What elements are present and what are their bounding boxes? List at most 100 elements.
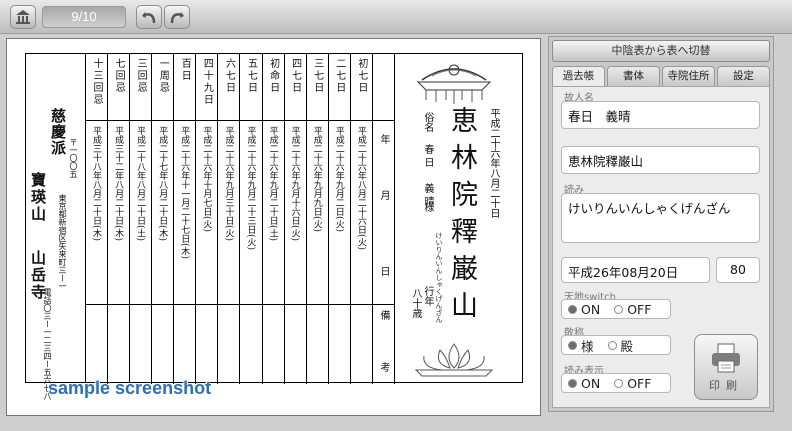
memorial-name: 三回忌 (135, 58, 147, 94)
memorial-column: 三回忌平成二十八年八月二十日(土) (130, 54, 153, 384)
remarks-column: 年 月 日 備 考 (373, 54, 395, 384)
canopy-ornament-icon (416, 64, 492, 104)
reading-off-radio[interactable]: OFF (614, 376, 651, 391)
panel-tabs: 過去帳 書体 寺院住所 設定 (552, 66, 770, 86)
radio-unselected-icon (607, 340, 617, 350)
remarks-day: 日 (378, 266, 389, 276)
remarks-month: 月 (378, 190, 389, 200)
reading-display-group: ON OFF (561, 373, 671, 393)
memorial-name: 二七日 (333, 58, 345, 94)
memorial-date: 平成二十六年九月九日(火) (311, 126, 322, 233)
memorial-date: 平成二十八年八月二十日(土) (135, 126, 146, 242)
tenchi-on-radio[interactable]: ON (568, 302, 600, 317)
memorial-column: 初七日平成二十六年八月二十六日(火) (351, 54, 373, 384)
tab-temple-address[interactable]: 寺院住所 (662, 66, 715, 86)
home-button[interactable] (10, 5, 36, 29)
ihai-age: 八十歳 (410, 288, 421, 318)
memorial-column: 一周忌平成二十七年八月二十日(木) (152, 54, 175, 384)
memorial-column: 六七日平成二十六年九月三十日(火) (218, 54, 241, 384)
memorial-date: 平成二十六年九月十六日(火) (289, 126, 300, 242)
tab-settings[interactable]: 設定 (717, 66, 770, 86)
memorial-name: 三七日 (311, 58, 323, 94)
ihai-age-label: 行年 (422, 286, 433, 306)
ihai-honorific: 様 (422, 202, 433, 212)
memorial-name: 十三回忌 (91, 58, 103, 106)
radio-selected-icon (568, 340, 577, 350)
memorial-sheet: 慈慶派 寶瑛山 山岳寺 〒一〇〇五 東京都新宿区矢来町三ー一 電話〇三ー一二三四… (6, 38, 541, 416)
sample-watermark: sample screenshot (48, 378, 212, 398)
temple-info: 慈慶派 寶瑛山 山岳寺 〒一〇〇五 東京都新宿区矢来町三ー一 電話〇三ー一二三四… (26, 54, 86, 400)
switch-table-button[interactable]: 中陰表から表へ切替 (552, 40, 770, 62)
memorial-column: 十三回忌 平成三十八年八月二十日(木) (86, 54, 109, 384)
memorial-column: 四七日平成二十六年九月十六日(火) (285, 54, 307, 384)
memorial-name: 四七日 (289, 58, 301, 94)
print-label: 印刷 (709, 379, 743, 392)
memorial-name: 四十九日 (201, 58, 213, 106)
memorial-date: 平成二十六年八月二十六日(火) (355, 126, 366, 251)
tenchi-off-label: OFF (627, 301, 652, 317)
date-field[interactable]: 平成26年08月20日 (561, 257, 710, 283)
memorial-name: 初命日 (267, 58, 279, 94)
memorial-name: 初七日 (355, 58, 367, 94)
print-button[interactable]: 印刷 (694, 334, 758, 400)
memorial-date: 平成二十六年十一月二十七日(木) (179, 126, 190, 260)
memorial-name: 七回忌 (113, 58, 125, 94)
radio-unselected-icon (614, 304, 624, 314)
memorial-date: 平成二十六年九月三十日(火) (223, 126, 234, 242)
redo-icon (170, 12, 184, 24)
tab-font[interactable]: 書体 (607, 66, 660, 86)
radio-selected-icon (568, 304, 577, 314)
sheet-frame: 慈慶派 寶瑛山 山岳寺 〒一〇〇五 東京都新宿区矢来町三ー一 電話〇三ー一二三四… (25, 53, 524, 400)
memorial-name: 一周忌 (157, 58, 169, 94)
honorific-dono-radio[interactable]: 殿 (607, 336, 634, 355)
ihai-reading: けいりんいんしゃくげんざん (435, 232, 443, 323)
tab-register[interactable]: 過去帳 (552, 66, 605, 86)
memorial-date: 平成二十六年十月七日(火) (201, 126, 212, 233)
kaimyo-field[interactable]: 恵林院釋巌山 (561, 146, 760, 174)
memorial-name: 五七日 (245, 58, 257, 94)
radio-selected-icon (568, 378, 577, 388)
age-field[interactable]: 80 (716, 257, 760, 283)
lotus-base-icon (414, 343, 494, 377)
memorial-name: 六七日 (223, 58, 235, 94)
ihai-secular-name: 春日 義晴 (422, 144, 433, 209)
undo-button[interactable] (136, 5, 162, 29)
tenchi-off-radio[interactable]: OFF (614, 302, 651, 317)
reading-off-label: OFF (627, 375, 652, 391)
honorific-sama-radio[interactable]: 様 (568, 336, 594, 355)
memorial-date: 平成三十二年八月二十日(木) (113, 126, 124, 242)
radio-unselected-icon (614, 378, 624, 388)
memorial-column: 百日平成二十六年十一月二十七日(木) (174, 54, 197, 384)
memorial-date: 平成二十六年九月二十三日(火) (245, 126, 256, 251)
honorific-sama-label: 様 (581, 338, 594, 354)
temple-mountain: 寶瑛山 (29, 172, 47, 223)
memorial-date: 平成二十七年八月二十日(木) (157, 126, 168, 242)
reading-field[interactable]: けいりんいんしゃくげんざん (561, 193, 760, 243)
memorial-date: 平成二十六年九月二十日(土) (267, 126, 278, 242)
toolbar: 9/10 (0, 0, 792, 34)
ihai-secular-label: 俗名 (422, 112, 433, 132)
reading-on-radio[interactable]: ON (568, 376, 600, 391)
memorial-name: 百日 (179, 58, 191, 82)
reading-on-label: ON (581, 375, 601, 391)
honorific-dono-label: 殿 (620, 338, 634, 354)
deceased-name-field[interactable]: 春日 義晴 (561, 101, 760, 129)
memorial-column: 初命日平成二十六年九月二十日(土) (263, 54, 285, 384)
temple-sect: 慈慶派 (49, 108, 67, 156)
memorial-column: 七回忌平成三十二年八月二十日(木) (108, 54, 131, 384)
remarks-year: 年 (378, 134, 389, 144)
memorial-column: 二七日 平成二十六年九月二日(火) (329, 54, 351, 384)
tenchi-switch-group: ON OFF (561, 299, 671, 319)
ihai-area: 平成二十六年八月二十日 恵林院釋巌山 けいりんいんしゃくげんざん 俗名 春日 義… (396, 54, 524, 384)
tenchi-on-label: ON (581, 301, 601, 317)
page-counter: 9/10 (42, 6, 126, 28)
memorial-column: 四十九日平成二十六年十月七日(火) (196, 54, 219, 384)
ihai-kaimyo: 恵林院釋巌山 (446, 106, 477, 328)
redo-button[interactable] (164, 5, 190, 29)
home-icon (16, 10, 30, 24)
printer-icon (712, 343, 740, 373)
undo-icon (142, 12, 156, 24)
temple-address: 東京都新宿区矢来町三ー一 (58, 194, 67, 290)
memorial-column: 三七日平成二十六年九月九日(火) (307, 54, 329, 384)
remarks-bi: 備 (378, 310, 389, 320)
